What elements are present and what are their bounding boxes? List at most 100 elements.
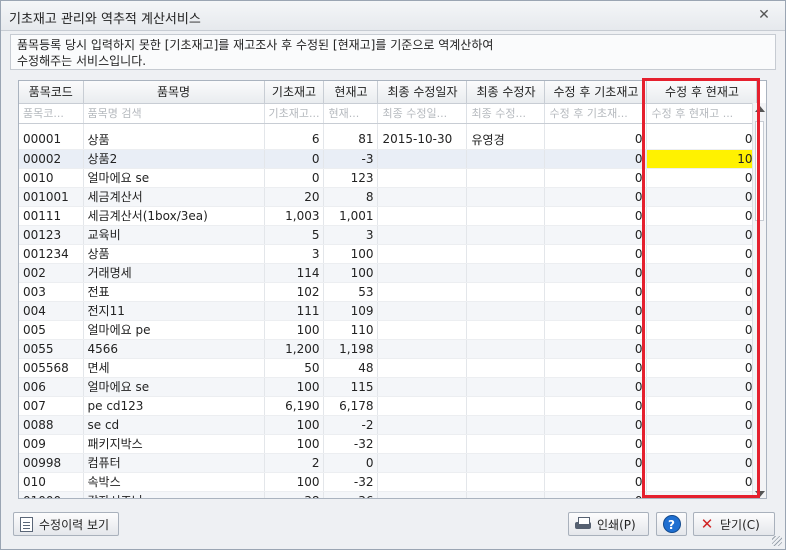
table-row[interactable]: 007 pe cd123 6,190 6,178 0 0 [19,396,758,416]
table-cell[interactable]: 0 [646,282,758,302]
column-filter-input[interactable]: 현재... [323,103,379,124]
close-icon[interactable]: ✕ [755,6,773,24]
column-filter-input[interactable]: 최종 수정일... [377,103,468,124]
table-cell: 전지11 [83,301,265,321]
history-button[interactable]: 수정이력 보기 [13,512,119,536]
table-cell: 123 [323,168,379,188]
column-header[interactable]: 최종 수정일자 [377,81,468,104]
table-row[interactable]: 0055 4566 1,200 1,198 0 0 [19,339,758,359]
table-row[interactable]: 00111 세금계산서(1box/3ea) 1,003 1,001 0 0 [19,206,758,226]
table-cell[interactable]: 0 [544,149,648,169]
table-cell: 005568 [19,358,84,378]
resize-grip-icon[interactable] [772,536,782,546]
close-button[interactable]: ✕ 닫기(C) [693,512,775,536]
table-row[interactable]: 00001 상품 6 81 2015-10-30 유영경 0 0 [19,130,758,150]
table-cell[interactable]: 0 [544,339,648,359]
table-cell [466,225,546,245]
table-row[interactable]: 003 전표 102 53 0 0 [19,282,758,302]
table-cell[interactable]: 0 [646,339,758,359]
table-cell: 각자시즈닝 [83,491,265,498]
table-cell [466,301,546,321]
table-row[interactable]: 009 패키지박스 100 -32 0 0 [19,434,758,454]
column-header[interactable]: 최종 수정자 [466,81,546,104]
column-filter-input[interactable]: 기초재고... [264,103,325,124]
table-cell[interactable]: 0 [544,453,648,473]
column-filter-input[interactable]: 품목코... [19,103,84,124]
vertical-scrollbar[interactable] [752,103,766,498]
table-row[interactable]: 0088 se cd 100 -2 0 0 [19,415,758,435]
table-row[interactable]: 006 얼마에요 se 100 115 0 0 [19,377,758,397]
table-cell[interactable]: 0 [544,206,648,226]
scroll-up-icon[interactable] [755,106,765,112]
table-cell[interactable]: 0 [544,320,648,340]
column-filter-input[interactable]: 최종 수정... [466,103,546,124]
table-cell[interactable]: 0 [544,377,648,397]
table-cell[interactable]: 0 [646,263,758,283]
table-cell[interactable]: 0 [544,168,648,188]
table-cell[interactable]: 0 [646,472,758,492]
table-row[interactable]: 001001 세금계산서 20 8 0 0 [19,187,758,207]
table-row[interactable]: 004 전지11 111 109 0 0 [19,301,758,321]
table-cell[interactable]: 0 [646,301,758,321]
column-header[interactable]: 품목명 [83,81,265,104]
column-header[interactable]: 수정 후 현재고 [646,81,758,104]
editing-cell[interactable]: 10 [646,148,758,169]
table-cell[interactable]: 0 [646,453,758,473]
column-filter-input[interactable]: 수정 후 현재고 ... [646,103,758,124]
table-cell[interactable]: 0 [544,358,648,378]
table-row[interactable]: 010 속박스 100 -32 0 0 [19,472,758,492]
table-cell [377,434,468,454]
table-cell[interactable]: 0 [646,377,758,397]
print-button[interactable]: 인쇄(P) [568,512,649,536]
column-filter-input[interactable]: 품목명 검색 [83,103,265,124]
table-cell[interactable]: 0 [646,130,758,150]
table-row[interactable]: 001234 상품 3 100 0 0 [19,244,758,264]
column-header[interactable]: 기초재고 [264,81,325,104]
table-cell[interactable]: 0 [544,301,648,321]
column-header[interactable]: 현재고 [323,81,379,104]
table-cell [466,453,546,473]
scroll-down-icon[interactable] [755,491,765,497]
table-row[interactable]: 01000각자시즈닝3836 00 [19,491,758,498]
table-cell[interactable]: 0 [646,225,758,245]
table-cell[interactable]: 0 [544,396,648,416]
table-row[interactable]: 00002 상품2 0 -3 0 10 [19,148,758,169]
table-cell[interactable]: 0 [544,263,648,283]
table-cell: 38 [264,491,325,498]
table-row[interactable]: 0010 얼마에요 se 0 123 0 0 [19,168,758,188]
table-cell[interactable]: 0 [544,472,648,492]
table-row[interactable]: 005568 면세 50 48 0 0 [19,358,758,378]
scroll-thumb[interactable] [755,121,764,221]
table-cell[interactable]: 0 [544,415,648,435]
table-cell[interactable]: 0 [646,244,758,264]
table-cell[interactable]: 0 [646,320,758,340]
table-cell[interactable]: 0 [646,187,758,207]
column-header[interactable]: 품목코드 [19,81,84,104]
table-cell[interactable]: 0 [646,396,758,416]
table-cell[interactable]: 0 [646,415,758,435]
table-cell[interactable]: 0 [544,282,648,302]
table-cell[interactable]: 0 [544,434,648,454]
table-row[interactable]: 002 거래명세 114 100 0 0 [19,263,758,283]
table-cell [377,453,468,473]
table-cell[interactable]: 0 [646,434,758,454]
table-cell[interactable]: 0 [646,491,758,498]
table-cell: 100 [323,263,379,283]
table-cell[interactable]: 0 [646,168,758,188]
inventory-grid[interactable]: 품목코드 품목명 기초재고 현재고 최종 수정일자 최종 수정자 수정 후 기초재고 수정 후… [18,80,767,499]
table-cell[interactable]: 0 [544,130,648,150]
table-cell: 얼마에요 se [83,377,265,397]
table-cell[interactable]: 0 [544,491,648,498]
table-cell[interactable]: 0 [646,358,758,378]
column-filter-input[interactable]: 수정 후 기초재... [544,103,648,124]
table-row[interactable]: 005 얼마에요 pe 100 110 0 0 [19,320,758,340]
column-header[interactable]: 수정 후 기초재고 [544,81,648,104]
table-cell[interactable]: 0 [544,187,648,207]
table-cell[interactable]: 0 [646,206,758,226]
table-row[interactable]: 00123 교육비 5 3 0 0 [19,225,758,245]
help-button[interactable]: ? [656,512,687,536]
table-cell: 110 [323,320,379,340]
table-cell[interactable]: 0 [544,244,648,264]
table-row[interactable]: 00998 컴퓨터 2 0 0 0 [19,453,758,473]
table-cell[interactable]: 0 [544,225,648,245]
